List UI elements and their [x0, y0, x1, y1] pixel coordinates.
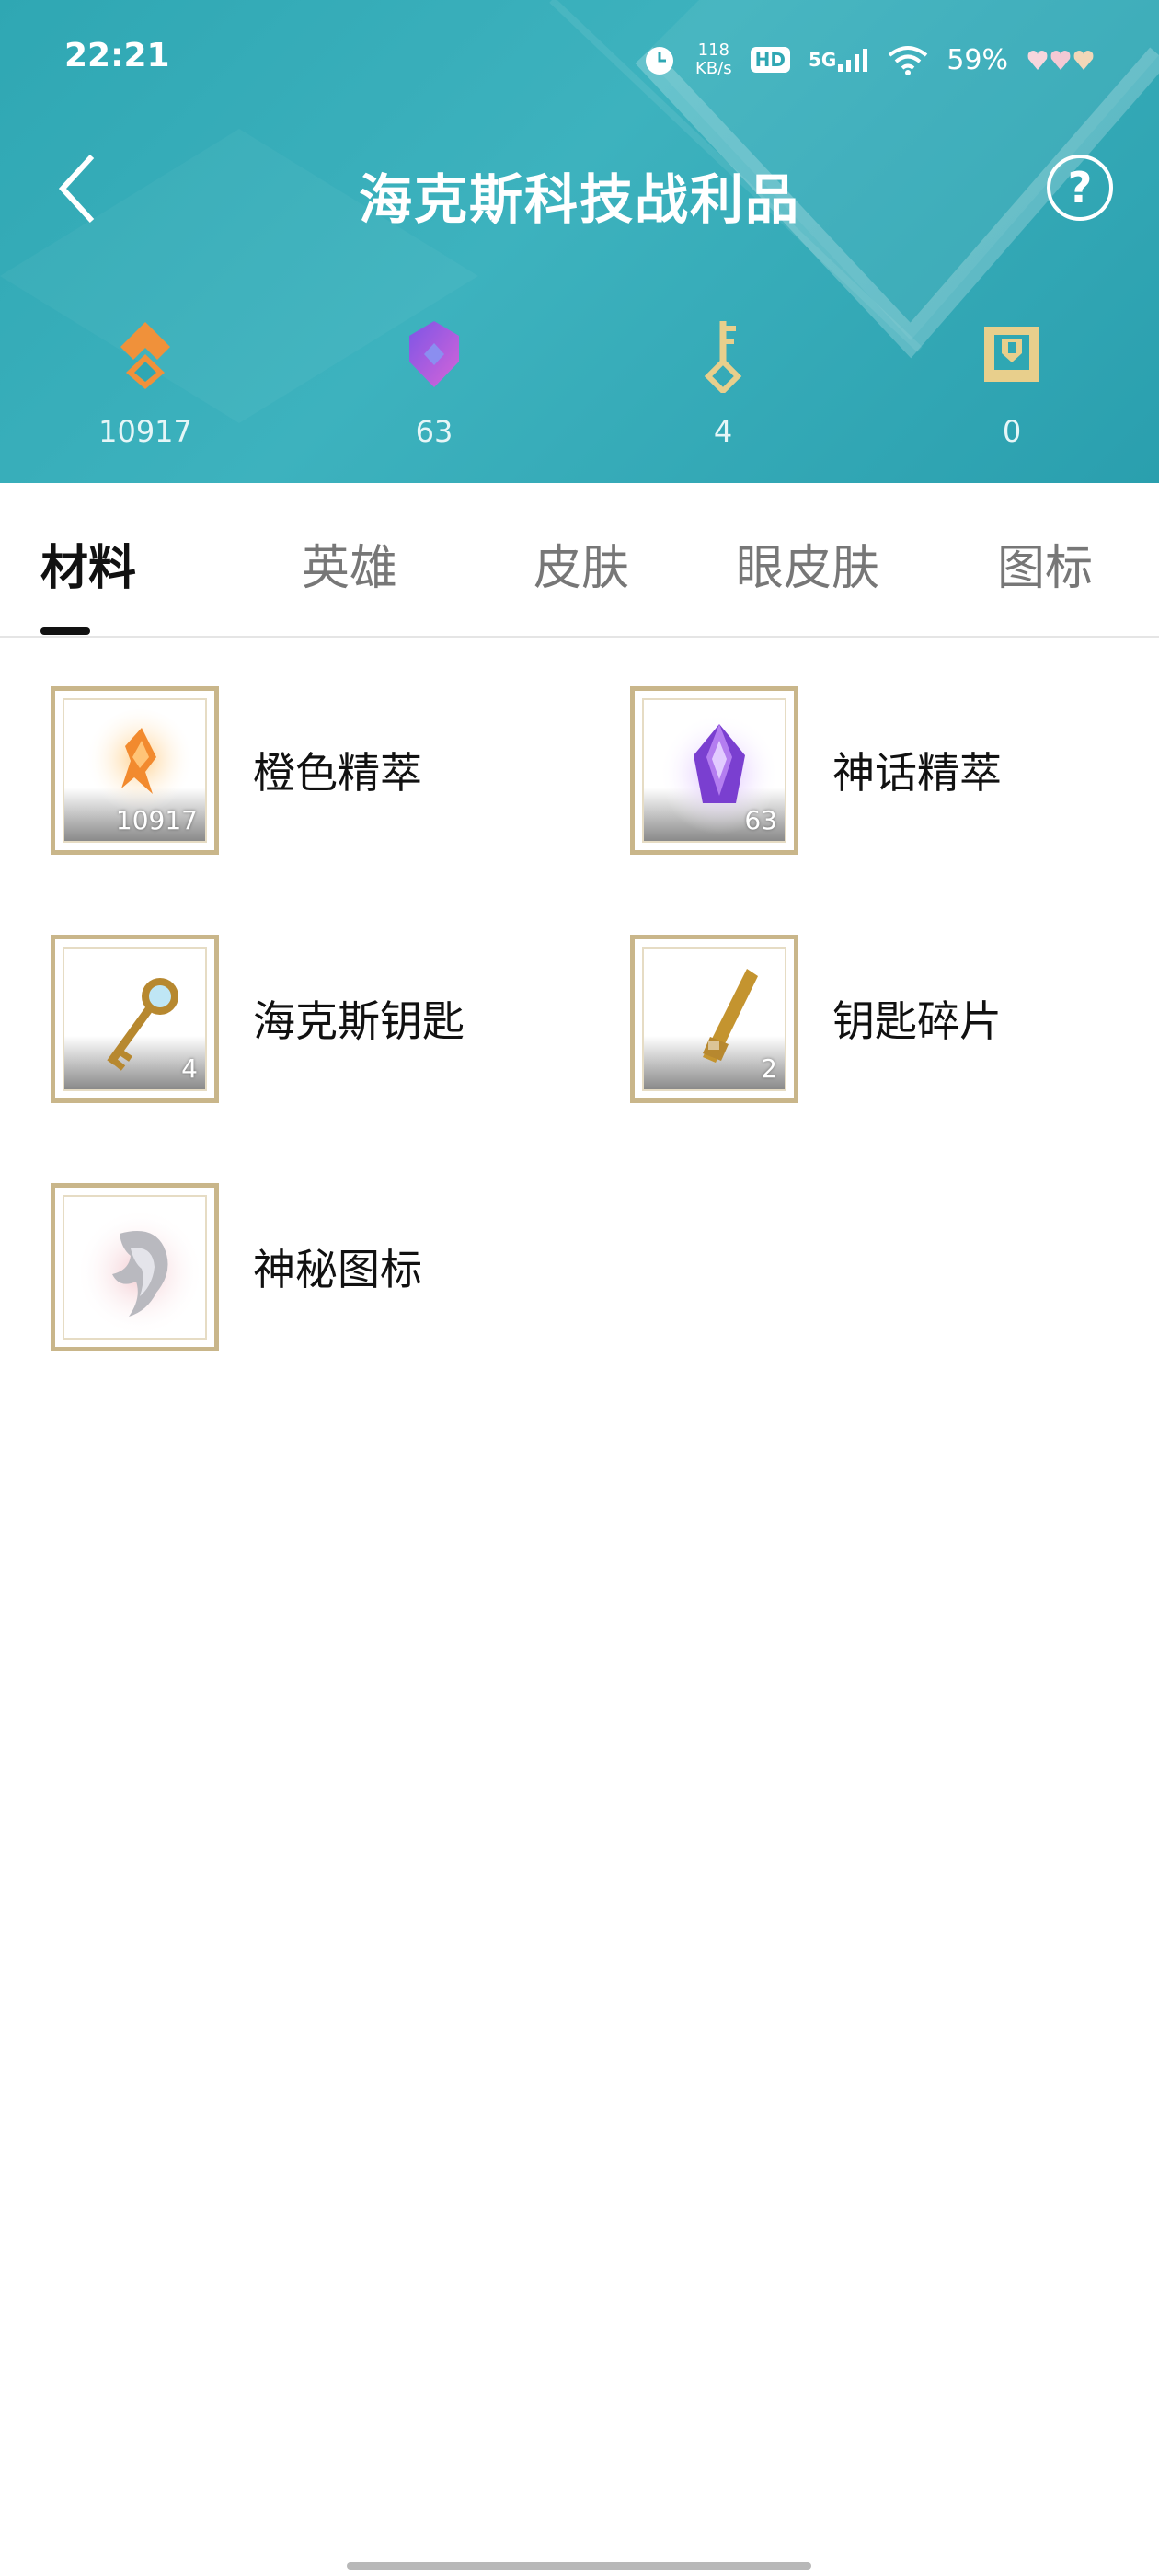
loot-item-frame: 2	[630, 935, 798, 1103]
loot-item[interactable]: 4 海克斯钥匙	[51, 935, 566, 1105]
currency-value: 4	[713, 414, 733, 449]
tab-skins[interactable]: 皮肤	[534, 529, 629, 598]
net-speed: 118 KB/s	[695, 41, 732, 78]
hd-badge: HD	[750, 47, 790, 73]
alarm-icon	[642, 42, 677, 77]
status-time: 22:21	[64, 37, 170, 75]
item-label: 橙色精萃	[253, 748, 422, 798]
question-mark-icon: ?	[1067, 163, 1093, 213]
loot-item[interactable]: 63 神话精萃	[630, 686, 1145, 857]
loot-item-frame: 10917	[51, 686, 219, 855]
loot-item-frame: 63	[630, 686, 798, 855]
tab-ward-skins[interactable]: 眼皮肤	[736, 529, 879, 598]
nav-bar: 海克斯科技战利品 ?	[0, 129, 1159, 248]
currency-mythic-essence: 63	[342, 313, 526, 449]
currency-row: 10917 63 4 0	[0, 313, 1159, 460]
tab-materials[interactable]: 材料	[40, 529, 136, 598]
currency-hextech-key: 4	[631, 313, 815, 449]
cellular-signal-icon: 5G	[809, 46, 869, 74]
status-icons: 118 KB/s HD 5G 59%	[642, 37, 1095, 83]
item-count: 63	[744, 805, 777, 835]
loot-item[interactable]: 10917 橙色精萃	[51, 686, 566, 857]
loot-item-frame: 4	[51, 935, 219, 1103]
tab-icons[interactable]: 图标	[997, 529, 1093, 598]
home-indicator[interactable]	[347, 2562, 811, 2570]
currency-orange-essence: 10917	[53, 313, 237, 449]
currency-chest: 0	[920, 313, 1104, 449]
hearts-icon	[1027, 48, 1095, 72]
item-count: 4	[181, 1053, 198, 1084]
item-label: 神话精萃	[832, 748, 1002, 798]
page-title: 海克斯科技战利品	[358, 168, 800, 231]
hextech-key-icon	[631, 313, 815, 396]
currency-value: 10917	[98, 414, 192, 449]
item-label: 神秘图标	[253, 1245, 422, 1294]
loot-item-frame	[51, 1183, 219, 1351]
loot-item[interactable]: 2 钥匙碎片	[630, 935, 1145, 1105]
battery-level: 59%	[947, 43, 1008, 76]
wifi-icon	[888, 44, 928, 75]
currency-value: 0	[1002, 414, 1022, 449]
mythic-essence-icon	[342, 313, 526, 396]
network-type-label: 5G	[808, 49, 837, 71]
loot-item[interactable]: 神秘图标	[51, 1183, 566, 1353]
net-speed-unit: KB/s	[695, 59, 732, 78]
net-speed-value: 118	[697, 40, 729, 60]
item-label: 钥匙碎片	[832, 996, 1002, 1046]
orange-essence-icon	[53, 313, 237, 396]
item-count: 10917	[115, 805, 198, 835]
mystery-icon-icon	[75, 1208, 204, 1337]
currency-value: 63	[415, 414, 453, 449]
category-tabs: 材料 英雄 皮肤 眼皮肤 图标	[0, 483, 1159, 638]
help-button[interactable]: ?	[1047, 155, 1113, 221]
tab-champions[interactable]: 英雄	[302, 529, 397, 598]
chest-icon	[920, 313, 1104, 396]
item-count: 2	[761, 1053, 777, 1084]
active-tab-indicator	[40, 627, 90, 635]
item-label: 海克斯钥匙	[253, 996, 465, 1046]
header: 22:21 118 KB/s HD 5G 59% 海克斯科技战利品 ? 1091…	[0, 0, 1159, 483]
status-bar: 22:21 118 KB/s HD 5G 59%	[0, 0, 1159, 120]
